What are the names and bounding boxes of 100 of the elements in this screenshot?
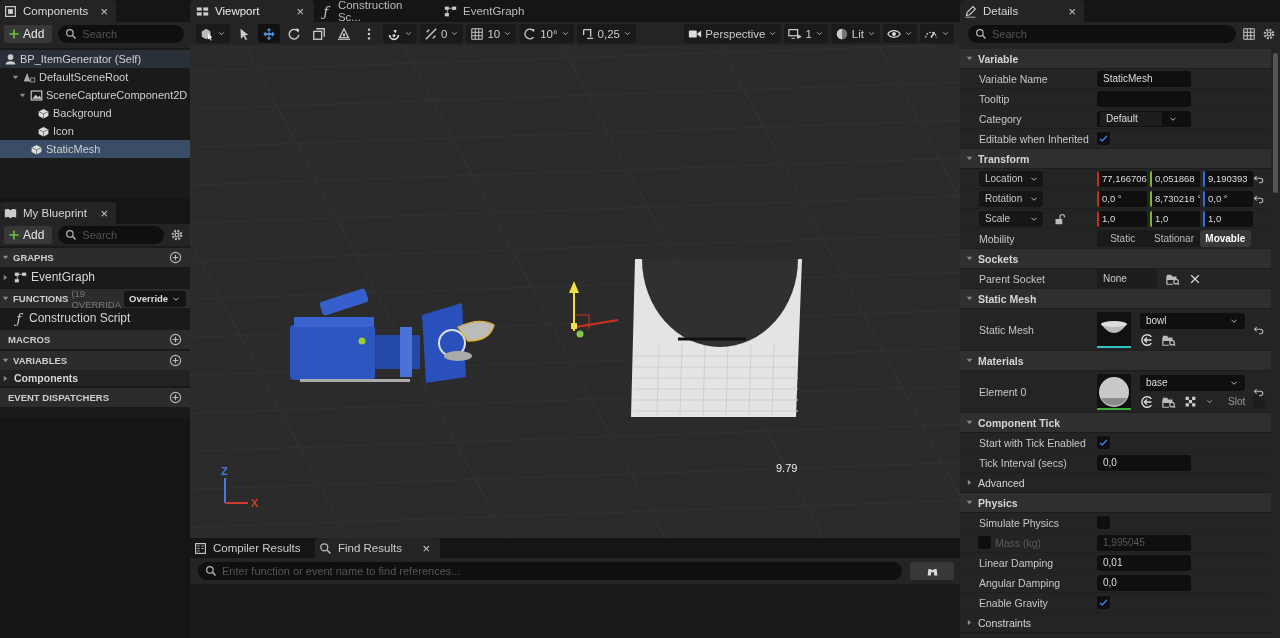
dropdown-field[interactable]: Default [1097,110,1191,127]
segment-option[interactable]: Stationar [1148,230,1200,247]
triangle-icon[interactable] [965,618,974,627]
triangle-icon[interactable] [1,272,10,282]
list-item[interactable]: EventGraph [0,267,190,287]
close-icon[interactable] [1189,272,1201,285]
editor-tab[interactable]: EventGraph [438,0,562,22]
editor-tab[interactable]: Viewport × [190,0,314,22]
text-field[interactable]: 0,0 [1097,574,1191,591]
panel-tab[interactable]: Compiler Results [190,538,315,558]
close-button[interactable]: × [1068,4,1076,18]
tree-item[interactable]: BP_ItemGenerator (Self) [0,50,190,68]
text-field[interactable]: 0,0 [1097,454,1191,471]
add-button[interactable]: Add [4,226,53,244]
scrollbar-thumb[interactable] [1273,53,1278,193]
text-field[interactable]: 0,01 [1097,554,1191,571]
triangle-icon[interactable] [1,253,10,262]
unlocked-padlock-icon[interactable] [1054,212,1066,225]
section-header[interactable]: GRAPHS [0,248,190,267]
checkbox[interactable] [1097,436,1110,449]
section-header[interactable]: VARIABLES [0,351,190,370]
transform-dropdown[interactable]: Scale [979,210,1043,227]
checkbox[interactable] [1097,132,1110,145]
search-field[interactable]: Search [968,25,1236,43]
toolbar-dropdown[interactable] [883,24,917,43]
section-header[interactable]: Component Tick [960,413,1271,433]
tree-item[interactable]: StaticMesh [0,140,190,158]
toolbar-dropdown[interactable]: 1 [784,24,828,43]
toolbar-dropdown[interactable]: 0 [420,24,464,43]
section-header[interactable]: Transform [960,149,1271,169]
find-button[interactable] [910,562,954,580]
checkbox[interactable] [1097,596,1110,609]
close-button[interactable]: × [100,206,108,220]
close-button[interactable]: × [100,4,108,18]
search-field[interactable]: Search [58,226,164,244]
toolbar-dropdown[interactable]: Perspective [684,24,782,43]
asset-dropdown[interactable]: base [1140,374,1245,391]
segment-option[interactable]: Movable [1199,230,1251,247]
grid-icon[interactable] [1242,27,1256,41]
tree-item[interactable]: DefaultSceneRoot [0,68,190,86]
toolbar-dropdown[interactable]: Lit [830,24,880,43]
toolbar-dropdown[interactable] [920,24,954,43]
viewport-canvas[interactable]: Z X 9.79 [190,45,960,538]
toolbar-dropdown[interactable]: 10° [519,24,574,43]
number-field[interactable]: 1,0 [1203,210,1253,227]
segment-option[interactable]: Static [1097,230,1149,247]
plus-circle-icon[interactable] [169,333,182,346]
triangle-icon[interactable] [1,373,10,383]
section-header[interactable]: Materials [960,351,1271,371]
section-header[interactable]: Static Mesh [960,289,1271,309]
close-button[interactable]: × [296,4,304,18]
list-item[interactable]: ƒ Construction Script [0,308,190,328]
search-field[interactable]: Enter function or event name to find references... [198,562,902,580]
triangle-icon[interactable] [965,418,974,427]
section-header[interactable]: Variable [960,49,1271,69]
override-dropdown[interactable]: Override [124,290,187,307]
arrow-circle-icon[interactable] [1140,394,1154,409]
section-header[interactable]: EVENT DISPATCHERS [0,388,190,407]
settings-icon[interactable] [1262,27,1276,41]
triangle-icon[interactable] [965,54,974,63]
number-field[interactable]: 9,190393 [1203,170,1253,187]
text-field[interactable]: StaticMesh [1097,70,1191,87]
section-header[interactable]: MACROS [0,330,190,349]
number-field[interactable]: 8,730218 ° [1150,190,1200,207]
socket-field[interactable]: None [1097,269,1157,288]
tree-item[interactable]: Icon [0,122,190,140]
panel-tab[interactable]: Components × [0,0,116,22]
toolbar-dropdown[interactable] [196,24,230,43]
number-field[interactable]: 1,0 [1150,210,1200,227]
transform-dropdown[interactable]: Rotation [979,190,1043,207]
plus-circle-icon[interactable] [169,391,182,404]
tree-item[interactable]: SceneCaptureComponent2D [0,86,190,104]
toolbar-dropdown[interactable] [383,24,417,43]
panel-tab[interactable]: Find Results × [315,538,440,558]
panel-tab[interactable]: Details × [960,0,1084,22]
triangle-icon[interactable] [965,154,974,163]
number-field[interactable]: 1,0 [1097,210,1147,227]
triangle-icon[interactable] [965,254,974,263]
toolbar-dropdown[interactable]: 0,25 [576,24,636,43]
checkerboard-icon[interactable] [1184,395,1197,408]
category-item[interactable]: Components [0,370,190,386]
slot-field[interactable] [1253,394,1266,409]
close-button[interactable]: × [422,541,430,555]
section-header[interactable]: Physics [960,493,1271,513]
asset-dropdown[interactable]: bowl [1140,312,1245,329]
transform-dropdown[interactable]: Location [979,170,1043,187]
number-field[interactable]: 0,051868 [1150,170,1200,187]
panel-tab[interactable]: My Blueprint × [0,202,116,224]
plus-circle-icon[interactable] [169,354,182,367]
triangle-icon[interactable] [965,478,974,487]
triangle-icon[interactable] [1,356,10,365]
number-field[interactable]: 0,0 ° [1097,190,1147,207]
triangle-icon[interactable] [1,294,10,303]
number-field[interactable]: 77,166706 [1097,170,1147,187]
triangle-icon[interactable] [965,498,974,507]
settings-icon[interactable] [170,228,184,242]
add-button[interactable]: Add [4,25,53,43]
tool-button[interactable] [258,24,280,43]
search-field[interactable]: Search [58,25,184,43]
triangle-icon[interactable] [965,356,974,365]
